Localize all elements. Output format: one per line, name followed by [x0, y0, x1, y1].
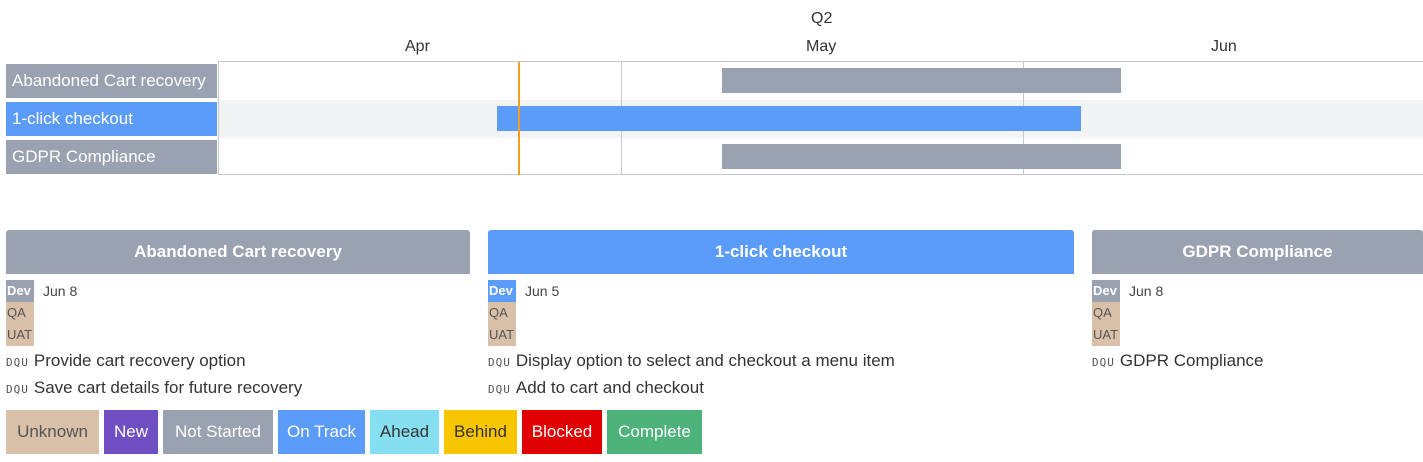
item-text: Add to cart and checkout	[515, 378, 704, 397]
tag-qa: QA	[6, 302, 34, 324]
legend-complete[interactable]: Complete	[607, 410, 702, 454]
list-item[interactable]: DQU Provide cart recovery option	[6, 351, 246, 371]
legend-behind[interactable]: Behind	[444, 410, 517, 454]
tag-qa: QA	[1092, 302, 1120, 324]
dev-date: Jun 5	[525, 283, 560, 299]
list-item[interactable]: DQU Display option to select and checkout…	[488, 351, 895, 371]
legend-ahead[interactable]: Ahead	[370, 410, 439, 454]
list-item[interactable]: DQU Add to cart and checkout	[488, 378, 704, 398]
list-item[interactable]: DQU Save cart details for future recovery	[6, 378, 302, 398]
dev-date: Jun 8	[43, 283, 78, 299]
item-prefix: DQU	[6, 356, 29, 369]
gantt-bar-1-click-checkout[interactable]	[497, 106, 1081, 131]
card-header-abandoned-cart[interactable]: Abandoned Cart recovery	[6, 230, 470, 274]
quarter-label: Q2	[811, 10, 833, 27]
item-text: Display option to select and checkout a …	[515, 351, 895, 370]
card-header-1-click-checkout[interactable]: 1-click checkout	[488, 230, 1074, 274]
today-marker	[518, 62, 520, 175]
list-item[interactable]: DQU GDPR Compliance	[1092, 351, 1263, 371]
card-header-gdpr[interactable]: GDPR Compliance	[1092, 230, 1423, 274]
legend-unknown[interactable]: Unknown	[6, 410, 99, 454]
tag-dev: Dev	[6, 280, 34, 302]
legend-new[interactable]: New	[104, 410, 158, 454]
tag-uat: UAT	[1092, 324, 1120, 346]
item-prefix: DQU	[488, 383, 511, 396]
item-text: Provide cart recovery option	[33, 351, 246, 370]
item-text: Save cart details for future recovery	[33, 378, 303, 397]
item-prefix: DQU	[488, 356, 511, 369]
row-label-gdpr[interactable]: GDPR Compliance	[6, 140, 217, 174]
legend-on-track[interactable]: On Track	[278, 410, 365, 454]
month-label-jun: Jun	[1211, 38, 1237, 55]
tag-dev: Dev	[488, 280, 516, 302]
month-label-may: May	[806, 38, 837, 55]
tag-uat: UAT	[488, 324, 516, 346]
month-label-apr: Apr	[405, 38, 430, 55]
legend-blocked[interactable]: Blocked	[522, 410, 602, 454]
item-text: GDPR Compliance	[1119, 351, 1264, 370]
tag-qa: QA	[488, 302, 516, 324]
dev-date: Jun 8	[1129, 283, 1164, 299]
row-label-abandoned-cart[interactable]: Abandoned Cart recovery	[6, 64, 217, 98]
row-label-1-click-checkout[interactable]: 1-click checkout	[6, 102, 217, 136]
gantt-bar-abandoned-cart[interactable]	[722, 68, 1121, 93]
gantt-bar-gdpr[interactable]	[722, 144, 1121, 169]
tag-dev: Dev	[1092, 280, 1120, 302]
item-prefix: DQU	[6, 383, 29, 396]
tag-uat: UAT	[6, 324, 34, 346]
legend-not-started[interactable]: Not Started	[163, 410, 273, 454]
item-prefix: DQU	[1092, 356, 1115, 369]
